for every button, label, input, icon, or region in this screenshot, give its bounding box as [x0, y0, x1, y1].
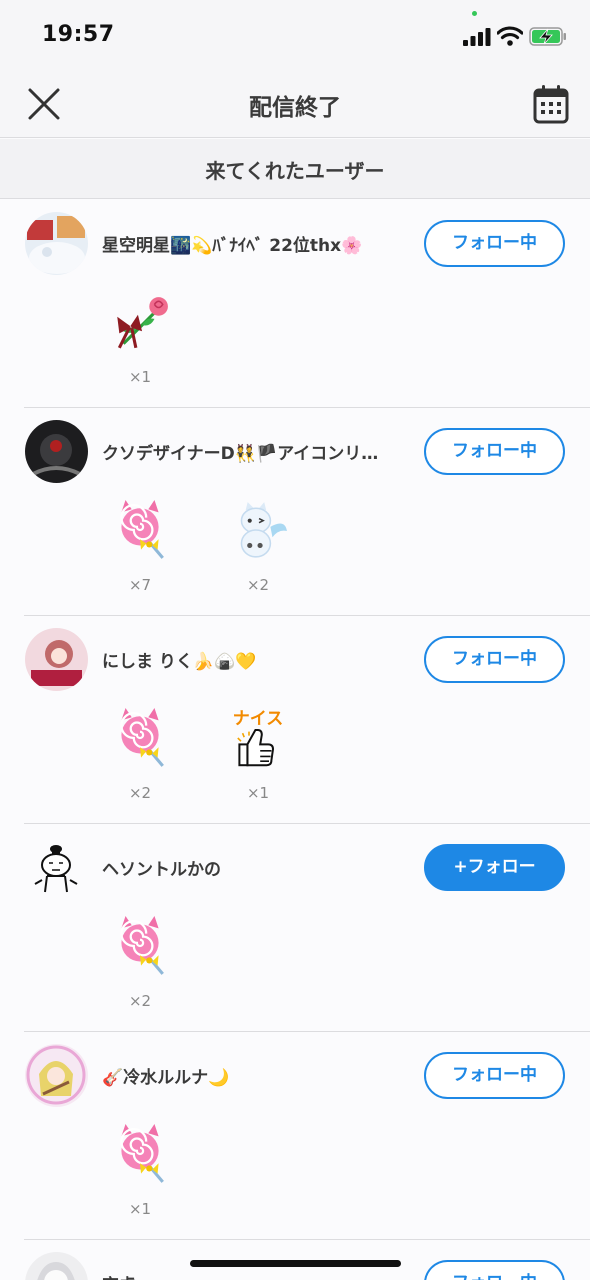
user-name: 星空明星🌃💫ﾊﾞﾅｲﾍﾞ 22位thx🌸	[102, 236, 363, 256]
rose-ribbon-gift-icon	[109, 292, 171, 354]
camera-indicator-dot	[472, 11, 477, 16]
following-button[interactable]: フォロー中	[424, 636, 565, 683]
avatar[interactable]	[25, 1252, 88, 1280]
user-name: クソデザイナーD👯🏴アイコンリ…	[102, 444, 379, 464]
following-button[interactable]: フォロー中	[424, 1052, 565, 1099]
nav-bar: 配信終了	[0, 70, 590, 138]
user-row: 星空明星🌃💫ﾊﾞﾅｲﾍﾞ 22位thx🌸 フォロー中 ×1	[0, 200, 590, 408]
avatar[interactable]	[25, 212, 88, 275]
calendar-icon[interactable]	[532, 84, 570, 124]
gift-count: ×1	[128, 1200, 152, 1218]
follow-button[interactable]: +フォロー	[424, 844, 565, 891]
gift-count: ×7	[128, 576, 152, 594]
user-row: 🎸冷水ルルナ🌙 フォロー中 ×1	[0, 1032, 590, 1240]
gift-item: ×2	[218, 500, 298, 600]
gift-count: ×2	[128, 784, 152, 802]
gift-count: ×1	[246, 784, 270, 802]
gift-item: ×7	[100, 500, 180, 600]
gift-count: ×2	[128, 992, 152, 1010]
gift-count: ×2	[246, 576, 270, 594]
user-name: 空虚	[102, 1271, 402, 1280]
page-title: 配信終了	[249, 95, 341, 121]
gift-item: ×1	[100, 292, 180, 392]
user-name: ヘソントルかの	[102, 860, 221, 880]
status-time: 19:57	[42, 22, 115, 47]
gift-item: ×2	[100, 708, 180, 808]
cellular-signal-icon	[463, 28, 491, 46]
following-button[interactable]: フォロー中	[424, 1260, 565, 1280]
avatar[interactable]	[25, 836, 88, 899]
visitor-list: 星空明星🌃💫ﾊﾞﾅｲﾍﾞ 22位thx🌸 フォロー中 ×1 クソデザイナーD👯🏴…	[0, 200, 590, 1280]
user-row: ヘソントルかの +フォロー ×2	[0, 824, 590, 1032]
lollipop-gift-icon	[109, 1124, 171, 1186]
following-button[interactable]: フォロー中	[424, 220, 565, 267]
gift-item: ×2	[100, 916, 180, 1016]
battery-charging-icon	[529, 27, 566, 46]
wifi-icon	[497, 26, 523, 46]
user-name: にしま りく🍌🍙💛	[102, 652, 257, 672]
home-indicator[interactable]	[190, 1260, 401, 1267]
avatar[interactable]	[25, 1044, 88, 1107]
gift-count: ×1	[128, 368, 152, 386]
gift-item: ×1	[100, 1124, 180, 1224]
ghost-cat-gift-icon	[227, 500, 289, 562]
lollipop-gift-icon	[109, 916, 171, 978]
svg-text:ナイス: ナイス	[233, 709, 284, 728]
section-header: 来てくれたユーザー	[0, 139, 590, 199]
user-name: 🎸冷水ルルナ🌙	[102, 1068, 230, 1088]
avatar[interactable]	[25, 420, 88, 483]
avatar[interactable]	[25, 628, 88, 691]
following-button[interactable]: フォロー中	[424, 428, 565, 475]
gift-item: ナイス ×1	[218, 708, 298, 808]
status-bar: 19:57	[0, 0, 590, 70]
user-row: にしま りく🍌🍙💛 フォロー中 ×2 ナイス ×1	[0, 616, 590, 824]
nice-thumbs-up-gift-icon: ナイス	[233, 709, 284, 767]
lollipop-gift-icon	[109, 500, 171, 562]
lollipop-gift-icon	[109, 708, 171, 770]
user-row: クソデザイナーD👯🏴アイコンリ… フォロー中 ×7 ×2	[0, 408, 590, 616]
